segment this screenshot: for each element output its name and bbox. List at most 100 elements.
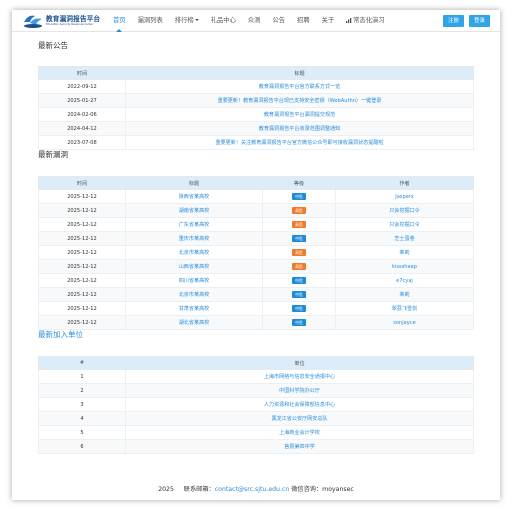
vuln-author-link[interactable]: 翠荔飞雪剑: [335, 301, 474, 316]
vuln-author-link[interactable]: 茉莉: [335, 287, 474, 302]
level-badge: 中危: [292, 291, 306, 298]
vuln-title-link[interactable]: 湖南省某高校: [125, 203, 263, 218]
vuln-date: 2025-12-12: [38, 287, 126, 302]
table-row: 4 黑龙江省公安厅网安总队: [38, 411, 474, 426]
nav-drill[interactable]: 常态化演习: [340, 10, 390, 32]
nav-drill-label: 常态化演习: [353, 17, 385, 24]
nav-crowdtest[interactable]: 众测: [242, 10, 267, 32]
vuln-date: 2025-12-12: [38, 189, 126, 204]
footer-mail-link[interactable]: contact@src.sjtu.edu.cn: [215, 486, 290, 493]
unit-index: 2: [38, 383, 126, 398]
vuln-level-cell: 中危: [262, 301, 336, 316]
level-badge: 中危: [292, 277, 306, 284]
level-badge: 中危: [292, 305, 306, 312]
vuln-level-cell: 高危: [262, 203, 336, 218]
vuln-author-link[interactable]: kisssheep: [335, 259, 474, 274]
units-table: # 单位 1 上海市网络与信息安全通报中心 2 中国科学院办公厅 3 人力资源和社会保障部…: [38, 356, 474, 454]
vuln-title-link[interactable]: 重庆市某高校: [125, 231, 263, 246]
footer-year: 2025: [158, 486, 174, 493]
brand-logo[interactable]: 教育漏洞报告平台 Education Security Response Cen…: [22, 12, 100, 30]
notice-date: 2023-07-08: [38, 135, 126, 150]
table-row: 2025-12-12 甘肃省某高校 中危 翠荔飞雪剑: [38, 301, 474, 316]
login-button[interactable]: 登录: [469, 15, 490, 27]
vuln-author-link[interactable]: 只会挖掘口令: [335, 203, 474, 218]
register-button[interactable]: 注册: [443, 15, 464, 27]
unit-name-link[interactable]: 莒县第四中学: [125, 439, 474, 454]
table-row: 2025-12-12 湖北省某高校 中危 sonjayce: [38, 315, 474, 330]
vuln-title-link[interactable]: 陕西省某高校: [125, 189, 263, 204]
vuln-title-link[interactable]: 四川省某高校: [125, 273, 263, 288]
brand-name: 教育漏洞报告平台: [46, 14, 101, 23]
table-row: 2 中国科学院办公厅: [38, 383, 474, 398]
vuln-title-link[interactable]: 广东省某高校: [125, 217, 263, 232]
unit-name-link[interactable]: 黑龙江省公安厅网安总队: [125, 411, 474, 426]
vuln-date: 2025-12-12: [38, 245, 126, 260]
table-row: 2023-07-08 重要更新！关注教育漏洞报告平台官方微信公众号即可接收漏洞状态…: [38, 135, 474, 150]
notice-date: 2024-02-06: [38, 107, 126, 122]
nav-home[interactable]: 首页: [107, 10, 132, 32]
table-row: 2022-09-12 教育漏洞报告平台官方联系方式一览: [38, 79, 474, 94]
vuln-author-link[interactable]: Jasperx: [335, 189, 474, 204]
vuln-author-link[interactable]: 只会挖掘口令: [335, 217, 474, 232]
table-row: 3 人力资源和社会保障部信息中心: [38, 397, 474, 412]
nav-announcements[interactable]: 公告: [266, 10, 291, 32]
vuln-author-link[interactable]: e7cyaj: [335, 273, 474, 288]
notice-date: 2024-04-12: [38, 121, 126, 136]
vuln-author-link[interactable]: 茉莉: [335, 245, 474, 260]
vuln-title-link[interactable]: 山西省某高校: [125, 259, 263, 274]
notice-title-link[interactable]: 教育漏洞报告平台官方联系方式一览: [125, 79, 474, 94]
vuln-title-link[interactable]: 北京市某高校: [125, 245, 263, 260]
navbar: 教育漏洞报告平台 Education Security Response Cen…: [12, 10, 500, 32]
level-badge: 高危: [292, 221, 306, 228]
nav-recruit[interactable]: 招聘: [291, 10, 316, 32]
vuln-title-link[interactable]: 湖北省某高校: [125, 315, 263, 330]
notice-title-link[interactable]: 重要更新！关注教育漏洞报告平台官方微信公众号即可接收漏洞状态提醒啦: [125, 135, 474, 150]
column-header: 时间: [38, 176, 126, 190]
unit-index: 4: [38, 411, 126, 426]
brand-subtitle: Education Security Response Center: [46, 22, 94, 26]
notices-table: 时间 标题 2022-09-12 教育漏洞报告平台官方联系方式一览 2025-01-…: [38, 66, 474, 150]
vuln-level-cell: 高危: [262, 217, 336, 232]
notice-date: 2022-09-12: [38, 79, 126, 94]
units-title: 最新加入单位: [38, 330, 83, 339]
nav-about[interactable]: 关于: [316, 10, 341, 32]
notice-title-link[interactable]: 教育漏洞报告平台收录范围调整通知: [125, 121, 474, 136]
unit-name-link[interactable]: 上海商业会计学校: [125, 425, 474, 440]
vuln-date: 2025-12-12: [38, 231, 126, 246]
table-row: 2025-12-12 重庆市某高校 中危 芝士蛋卷: [38, 231, 474, 246]
notices-title: 最新公告: [38, 41, 68, 50]
table-row: 2025-12-12 陕西省某高校 中危 Jasperx: [38, 189, 474, 204]
vuln-level-cell: 中危: [262, 287, 336, 302]
footer-wechat: 微信咨询：moyansec: [291, 486, 354, 493]
nav-ranking-label: 排行榜: [174, 17, 194, 24]
table-row: 2025-01-27 重要更新！教育漏洞报告平台现已支持安全密钥（WebAuthn…: [38, 93, 474, 108]
table-row: 2025-12-12 山西省某高校 高危 kisssheep: [38, 259, 474, 274]
table-row: 2025-12-12 北京市某高校 高危 茉莉: [38, 245, 474, 260]
column-header: #: [38, 356, 126, 370]
notice-title-link[interactable]: 教育漏洞报告平台漏洞提交规范: [125, 107, 474, 122]
vuln-level-cell: 高危: [262, 245, 336, 260]
notice-title-link[interactable]: 重要更新！教育漏洞报告平台现已支持安全密钥（WebAuthn）一键登录: [125, 93, 474, 108]
nav-gift-center[interactable]: 礼品中心: [205, 10, 242, 32]
vuln-author-link[interactable]: sonjayce: [335, 315, 474, 330]
vuln-author-link[interactable]: 芝士蛋卷: [335, 231, 474, 246]
unit-name-link[interactable]: 上海市网络与信息安全通报中心: [125, 369, 474, 384]
nav-vuln-list[interactable]: 漏洞列表: [132, 10, 169, 32]
table-row: 2025-12-12 广东省某高校 高危 只会挖掘口令: [38, 217, 474, 232]
column-header: 作者: [335, 176, 474, 190]
column-header: 等级: [262, 176, 336, 190]
unit-name-link[interactable]: 人力资源和社会保障部信息中心: [125, 397, 474, 412]
vuln-date: 2025-12-12: [38, 203, 126, 218]
bar-chart-icon: [346, 17, 352, 23]
nav-ranking[interactable]: 排行榜: [169, 10, 205, 32]
column-header: 标题: [125, 66, 474, 80]
vulns-title: 最新漏洞: [38, 150, 68, 159]
vuln-level-cell: 中危: [262, 315, 336, 330]
table-row: 2025-12-12 四川省某高校 中危 e7cyaj: [38, 273, 474, 288]
vuln-title-link[interactable]: 北京市某高校: [125, 287, 263, 302]
unit-index: 3: [38, 397, 126, 412]
unit-name-link[interactable]: 中国科学院办公厅: [125, 383, 474, 398]
vuln-title-link[interactable]: 甘肃省某高校: [125, 301, 263, 316]
vuln-date: 2025-12-12: [38, 315, 126, 330]
vuln-date: 2025-12-12: [38, 273, 126, 288]
